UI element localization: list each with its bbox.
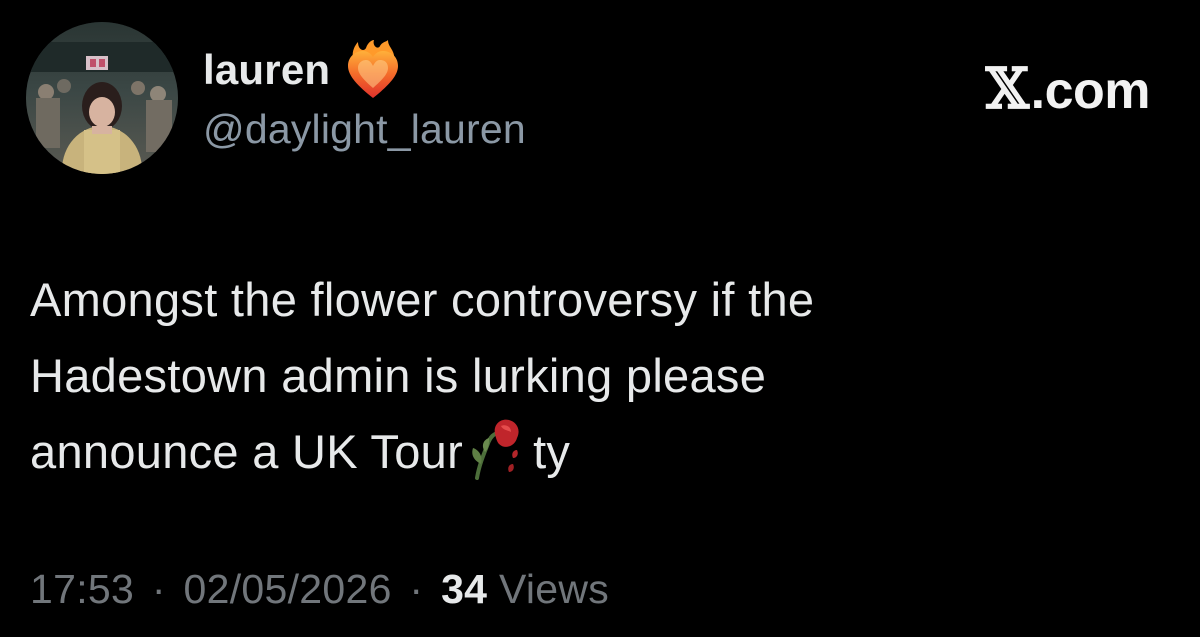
tweet-line-3-text: announce a UK Tour (30, 425, 464, 478)
brand-suffix: .com (1030, 62, 1151, 120)
x-logo-icon: 𝕏 (985, 56, 1029, 122)
display-name-row: lauren (203, 38, 402, 102)
views-count: 34 (441, 566, 488, 612)
avatar[interactable] (26, 22, 178, 174)
tweet-meta: 17:53 · 02/05/2026 · 34 Views (30, 566, 609, 613)
tweet-text: Amongst the flower controversy if the Ha… (30, 262, 1130, 490)
tweet-line-2: Hadestown admin is lurking please (30, 349, 767, 402)
tweet-line-1: Amongst the flower controversy if the (30, 273, 815, 326)
heart-on-fire-icon (348, 40, 399, 98)
avatar-photo (26, 22, 178, 174)
tweet-line-3: announce a UK Tour ty (30, 414, 1130, 490)
views-label: Views (498, 566, 610, 612)
display-name[interactable]: lauren (203, 46, 330, 94)
user-handle[interactable]: @daylight_lauren (203, 106, 526, 153)
meta-separator: · (409, 566, 424, 612)
tweet-date[interactable]: 02/05/2026 (183, 566, 391, 612)
tweet-time[interactable]: 17:53 (30, 566, 134, 612)
meta-separator: · (151, 566, 166, 612)
x-com-logo: 𝕏 .com (985, 56, 1151, 122)
wilted-rose-icon (472, 419, 519, 480)
tweet-trailing-text: ty (533, 425, 571, 478)
